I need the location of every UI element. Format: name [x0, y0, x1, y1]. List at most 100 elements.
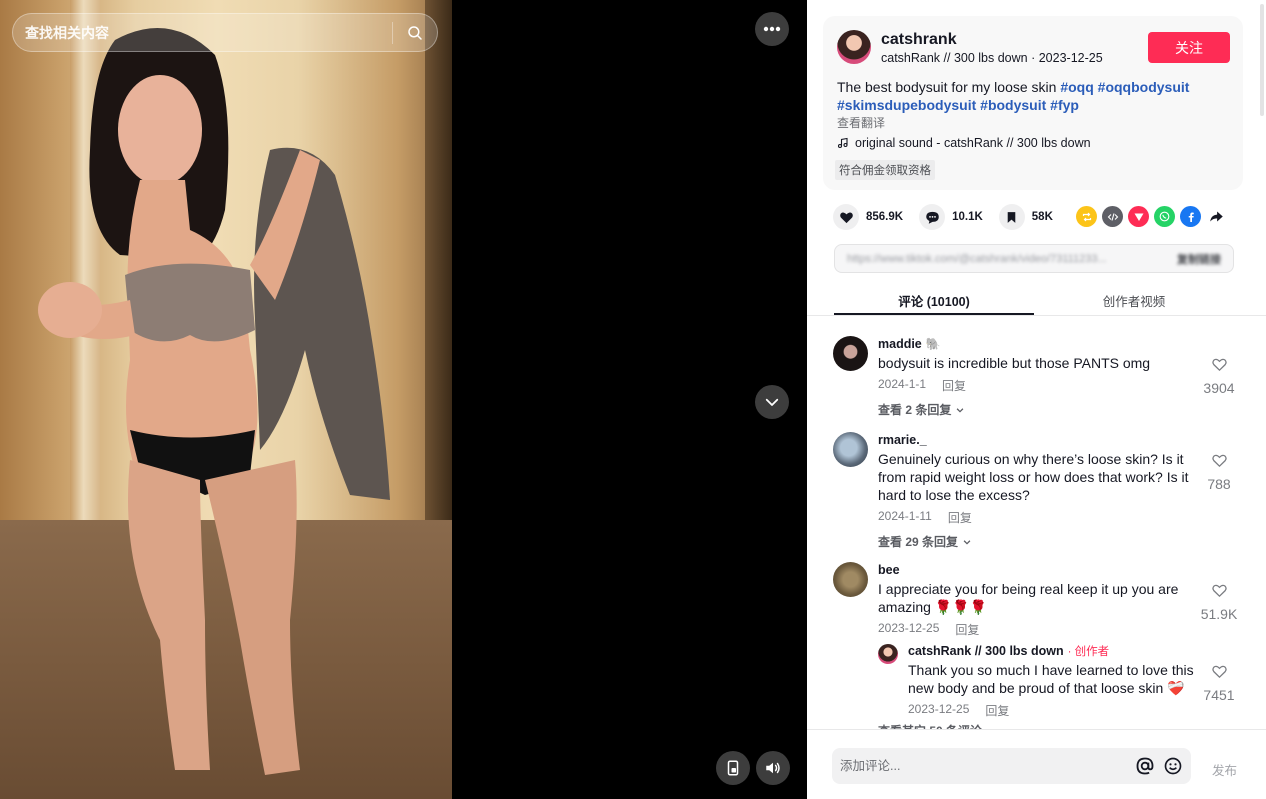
music-note-icon — [837, 137, 848, 149]
comment-like-button[interactable]: 788 — [1199, 452, 1239, 492]
heart-outline-icon — [1211, 358, 1227, 372]
video-info-card: catshrank catshRank // 300 lbs down · 20… — [823, 16, 1243, 190]
video-person-figure — [38, 28, 390, 775]
comment-date: 2023-12-25 — [878, 621, 940, 635]
commenter-avatar[interactable] — [833, 562, 868, 597]
hashtag-link[interactable]: #oqqbodysuit — [1098, 79, 1190, 95]
comment-input-bar: 发布 — [807, 729, 1266, 799]
video-search-bar[interactable]: 查找相关内容 — [12, 13, 438, 52]
bookmark-icon — [1007, 211, 1016, 223]
picture-in-picture-button[interactable] — [716, 751, 750, 785]
hashtag-link[interactable]: #skimsdupebodysuit — [837, 97, 976, 113]
whatsapp-icon[interactable] — [1154, 206, 1175, 227]
ellipsis-icon — [763, 26, 781, 32]
comment-like-count: 788 — [1207, 476, 1231, 492]
reply-like-button[interactable]: 7451 — [1199, 663, 1239, 703]
hashtag-link[interactable]: #fyp — [1050, 97, 1079, 113]
emoji-smile-icon — [1164, 757, 1182, 775]
tiktok-video-page: 查找相关内容 catshrank catshRank // 300 lbs do… — [0, 0, 1266, 799]
copy-link-blurred[interactable]: 复制链接 — [1177, 251, 1221, 267]
save-button[interactable]: 58K — [998, 204, 1053, 230]
volume-icon — [766, 762, 780, 774]
tab-creator-videos[interactable]: 创作者视频 — [1034, 282, 1234, 315]
share-arrow-icon[interactable] — [1206, 206, 1227, 227]
comment-list: maddie 🐘 bodysuit is incredible but those… — [807, 316, 1266, 730]
chevron-down-icon — [956, 407, 964, 413]
video-description: The best bodysuit for my loose skin #oqq… — [837, 78, 1233, 114]
comment-like-count: 51.9K — [1200, 606, 1238, 622]
comment-text: I appreciate you for being real keep it … — [878, 581, 1179, 615]
video-player[interactable]: 查找相关内容 — [0, 0, 807, 799]
panel-tabs: 评论 (10100) 创作者视频 — [834, 282, 1234, 315]
hashtag-link[interactable]: #bodysuit — [980, 97, 1046, 113]
scrollbar[interactable] — [1260, 4, 1264, 116]
heart-outline-icon — [1211, 584, 1227, 598]
view-replies-label: 查看 2 条回复 — [878, 403, 952, 417]
reply-link[interactable]: 回复 — [942, 377, 966, 394]
author-avatar[interactable] — [837, 30, 871, 64]
creator-tag: · 创作者 — [1067, 646, 1110, 658]
save-count: 58K — [1031, 211, 1053, 223]
description-text: The best bodysuit for my loose skin — [837, 79, 1061, 95]
view-replies-link[interactable]: 查看 2 条回复 — [878, 401, 1194, 418]
music-title: original sound - catshRank // 300 lbs do… — [855, 136, 1091, 150]
video-link-box[interactable]: https://www.tiktok.com/@catshrank/video/… — [834, 244, 1234, 273]
comment-input-container — [832, 748, 1191, 784]
comment-input[interactable] — [840, 759, 1135, 773]
commenter-username[interactable]: rmarie._ — [878, 433, 927, 447]
follow-button[interactable]: 关注 — [1148, 32, 1230, 63]
commenter-avatar[interactable] — [833, 336, 868, 371]
mention-button[interactable] — [1135, 756, 1155, 776]
video-search-placeholder: 查找相关内容 — [25, 24, 109, 41]
chevron-down-icon — [963, 539, 971, 545]
emoji-button[interactable] — [1163, 756, 1183, 776]
creator-avatar[interactable] — [878, 644, 898, 664]
elephant-badge-icon: 🐘 — [925, 337, 941, 351]
next-video-button[interactable] — [755, 385, 789, 419]
heart-outline-icon — [1211, 454, 1227, 468]
music-link[interactable]: original sound - catshRank // 300 lbs do… — [837, 136, 1091, 150]
commenter-username[interactable]: maddie — [878, 337, 922, 351]
post-comment-button[interactable]: 发布 — [1212, 760, 1237, 779]
hashtag-link[interactable]: #oqq — [1060, 79, 1093, 95]
send-to-friends-icon[interactable] — [1128, 206, 1149, 227]
creator-username[interactable]: catshRank // 300 lbs down — [908, 644, 1064, 658]
like-button[interactable]: 856.9K — [833, 204, 903, 230]
reply-like-count: 7451 — [1203, 687, 1235, 703]
video-frame[interactable]: 查找相关内容 — [0, 0, 452, 799]
comment-button[interactable]: 10.1K — [919, 204, 983, 230]
search-button[interactable] — [393, 13, 437, 52]
search-icon — [408, 25, 422, 40]
commenter-username[interactable]: bee — [878, 563, 900, 577]
commenter-avatar[interactable] — [833, 432, 868, 467]
author-username[interactable]: catshrank — [881, 31, 957, 49]
volume-button[interactable] — [756, 751, 790, 785]
commission-badge: 符合佣金领取资格 — [835, 160, 935, 180]
heart-outline-icon — [1211, 665, 1227, 679]
reply-link[interactable]: 回复 — [985, 702, 1009, 719]
embed-icon[interactable] — [1102, 206, 1123, 227]
comment-like-button[interactable]: 51.9K — [1199, 582, 1239, 622]
tab-comments[interactable]: 评论 (10100) — [834, 282, 1034, 315]
author-nickname-date: catshRank // 300 lbs down · 2023-12-25 — [881, 51, 1103, 65]
at-sign-icon — [1136, 757, 1154, 775]
reply-link[interactable]: 回复 — [948, 509, 972, 526]
heart-icon — [839, 212, 853, 223]
facebook-icon[interactable] — [1180, 206, 1201, 227]
reply-link[interactable]: 回复 — [955, 621, 979, 638]
comment-text: Genuinely curious on why there’s loose s… — [878, 451, 1189, 503]
comment-date: 2024-1-1 — [878, 377, 927, 391]
like-count: 856.9K — [866, 211, 904, 223]
comment-date: 2024-1-11 — [878, 509, 932, 523]
comment-like-button[interactable]: 3904 — [1199, 356, 1239, 396]
view-replies-link[interactable]: 查看 29 条回复 — [878, 533, 1194, 550]
see-translation-link[interactable]: 查看翻译 — [837, 114, 885, 131]
repost-icon[interactable] — [1076, 206, 1097, 227]
detail-panel: catshrank catshRank // 300 lbs down · 20… — [807, 0, 1266, 799]
reply-text: Thank you so much I have learned to love… — [908, 662, 1194, 696]
reply-date: 2023-12-25 — [908, 702, 970, 716]
chevron-down-icon — [765, 398, 779, 406]
video-url-blurred: https://www.tiktok.com/@catshrank/video/… — [847, 252, 1107, 265]
comment-like-count: 3904 — [1203, 380, 1235, 396]
more-options-button[interactable] — [755, 12, 789, 46]
